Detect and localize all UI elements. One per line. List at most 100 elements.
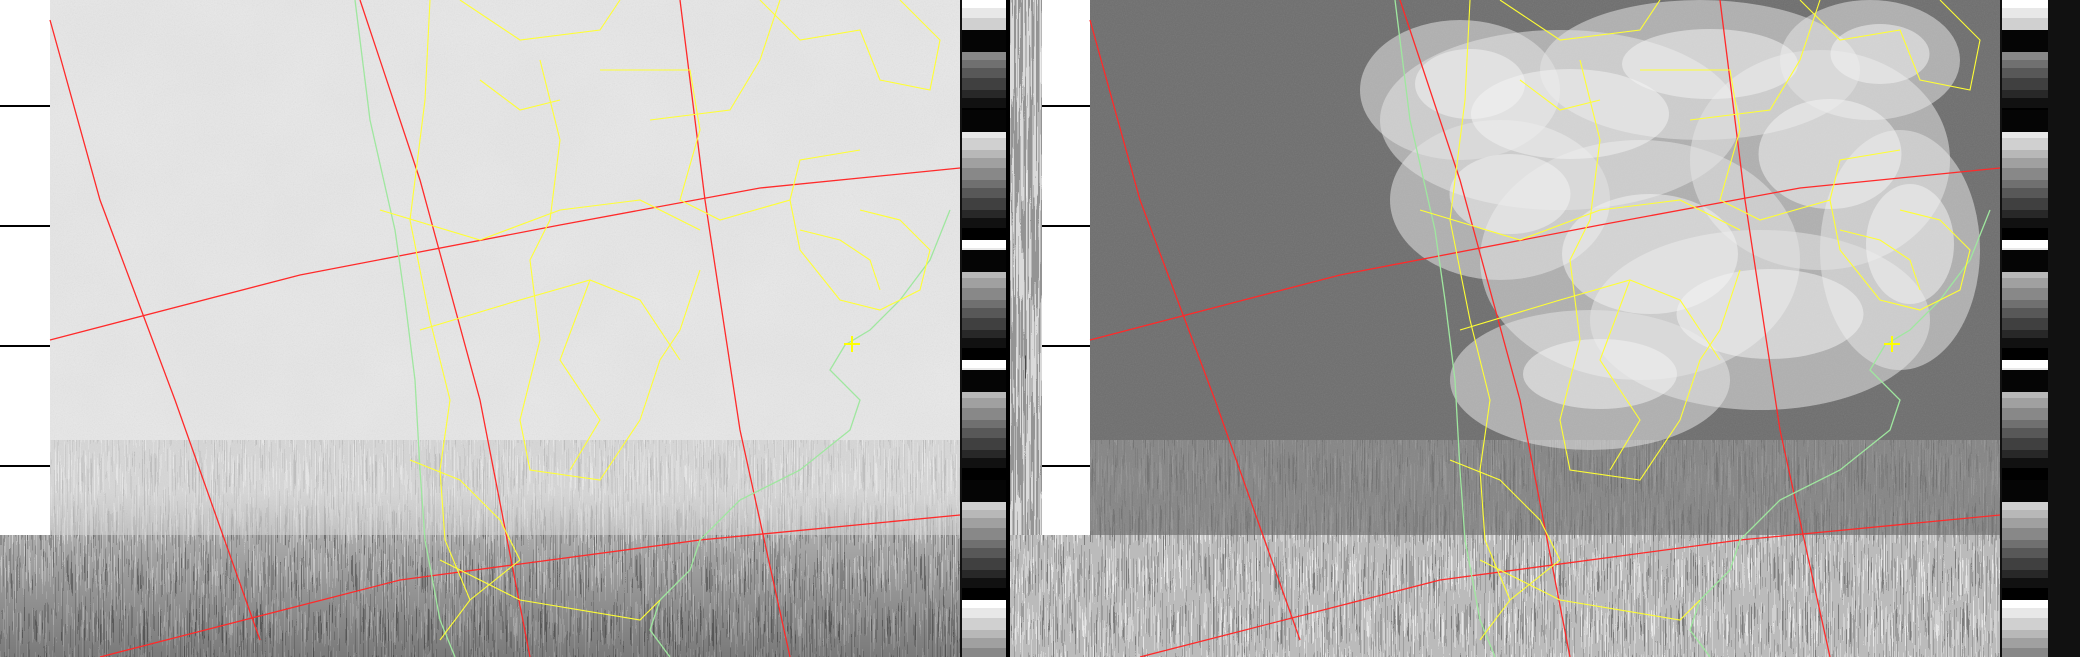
channel-b-noise-band (1090, 440, 2000, 540)
telemetry-band (2002, 370, 2048, 392)
telemetry-wedge (2002, 600, 2048, 608)
telemetry-wedge (962, 540, 1006, 548)
telemetry-wedge (962, 420, 1006, 428)
telemetry-wedge (2002, 608, 2048, 618)
telemetry-wedge (2002, 198, 2048, 210)
telemetry-wedge (2002, 278, 2048, 288)
telemetry-wedge (962, 158, 1006, 168)
telemetry-wedge (2002, 438, 2048, 450)
cloud-core (1622, 29, 1798, 99)
telemetry-wedge (2002, 0, 2048, 8)
telemetry-band (962, 480, 1006, 502)
telemetry-wedge (962, 60, 1006, 68)
telemetry-wedge (2002, 330, 2048, 338)
telemetry-band (2002, 480, 2048, 502)
telemetry-wedge (2002, 168, 2048, 180)
cloud-core (1449, 154, 1571, 234)
telemetry-wedge (2002, 210, 2048, 218)
telemetry-wedge (2002, 630, 2048, 638)
telemetry-wedge (2002, 510, 2048, 518)
sync-tick (1042, 225, 1090, 227)
telemetry-wedge (2002, 638, 2048, 648)
telemetry-wedge (962, 278, 1006, 288)
satellite-image (0, 0, 2080, 657)
telemetry-wedge (962, 408, 1006, 420)
sync-tick (0, 465, 50, 467)
sync-tick (0, 105, 50, 107)
satellite-image-canvas (0, 0, 2080, 657)
telemetry-wedge (962, 398, 1006, 408)
telemetry-wedge (962, 578, 1006, 588)
telemetry-wedge (2002, 338, 2048, 348)
telemetry-wedge (2002, 570, 2048, 578)
telemetry-wedge (962, 90, 1006, 98)
telemetry-wedge (962, 450, 1006, 458)
telemetry-wedge (962, 18, 1006, 30)
telemetry-wedge (2002, 618, 2048, 630)
telemetry-wedge (2002, 90, 2048, 98)
telemetry-wedge (2002, 548, 2048, 558)
telemetry-wedge (962, 218, 1006, 228)
telemetry-wedge (962, 308, 1006, 318)
telemetry-band (2002, 110, 2048, 132)
telemetry-wedge (2002, 360, 2048, 368)
telemetry-wedge (2002, 558, 2048, 570)
cloud-core (1866, 184, 1954, 304)
sync-tick (0, 345, 50, 347)
channel-b-telemetry-wedges (2002, 0, 2048, 657)
telemetry-band (962, 250, 1006, 272)
telemetry-wedge (2002, 528, 2048, 540)
telemetry-wedge (2002, 98, 2048, 108)
cloud-core (1415, 49, 1525, 119)
telemetry-wedge (2002, 420, 2048, 428)
telemetry-wedge (962, 570, 1006, 578)
telemetry-wedge (2002, 8, 2048, 18)
telemetry-wedge (2002, 588, 2048, 600)
telemetry-wedge (2002, 218, 2048, 228)
channel-b-noise-bottom (1010, 535, 2000, 657)
telemetry-wedge (962, 618, 1006, 630)
cloud-core (1523, 339, 1677, 409)
telemetry-wedge (962, 300, 1006, 308)
telemetry-wedge (962, 348, 1006, 360)
telemetry-wedge (2002, 318, 2048, 330)
telemetry-wedge (962, 78, 1006, 90)
telemetry-wedge (2002, 150, 2048, 158)
telemetry-wedge (962, 150, 1006, 158)
sync-tick (1042, 465, 1090, 467)
sync-tick (1042, 345, 1090, 347)
telemetry-wedge (962, 288, 1006, 300)
telemetry-wedge (2002, 540, 2048, 548)
telemetry-wedge (962, 608, 1006, 618)
telemetry-wedge (962, 98, 1006, 108)
telemetry-band (962, 30, 1006, 52)
telemetry-wedge (962, 510, 1006, 518)
telemetry-wedge (2002, 398, 2048, 408)
telemetry-wedge (2002, 180, 2048, 188)
telemetry-wedge (962, 210, 1006, 218)
sync-tick (1042, 105, 1090, 107)
telemetry-wedge (962, 330, 1006, 338)
telemetry-band (2002, 250, 2048, 272)
telemetry-wedge (2002, 18, 2048, 30)
telemetry-wedge (962, 630, 1006, 638)
telemetry-wedge (962, 458, 1006, 468)
telemetry-wedge (962, 548, 1006, 558)
telemetry-wedge (2002, 308, 2048, 318)
telemetry-wedge (962, 648, 1006, 657)
telemetry-wedge (962, 360, 1006, 368)
telemetry-wedge (2002, 468, 2048, 480)
telemetry-wedge (2002, 648, 2048, 657)
telemetry-wedge (962, 138, 1006, 150)
telemetry-wedge (962, 228, 1006, 240)
telemetry-wedge (962, 198, 1006, 210)
telemetry-wedge (962, 558, 1006, 570)
telemetry-wedge (2002, 138, 2048, 150)
telemetry-wedge (2002, 158, 2048, 168)
telemetry-wedge (2002, 348, 2048, 360)
telemetry-wedge (962, 318, 1006, 330)
telemetry-wedge (2002, 228, 2048, 240)
telemetry-wedge (962, 468, 1006, 480)
telemetry-wedge (962, 188, 1006, 198)
telemetry-wedge (962, 438, 1006, 450)
